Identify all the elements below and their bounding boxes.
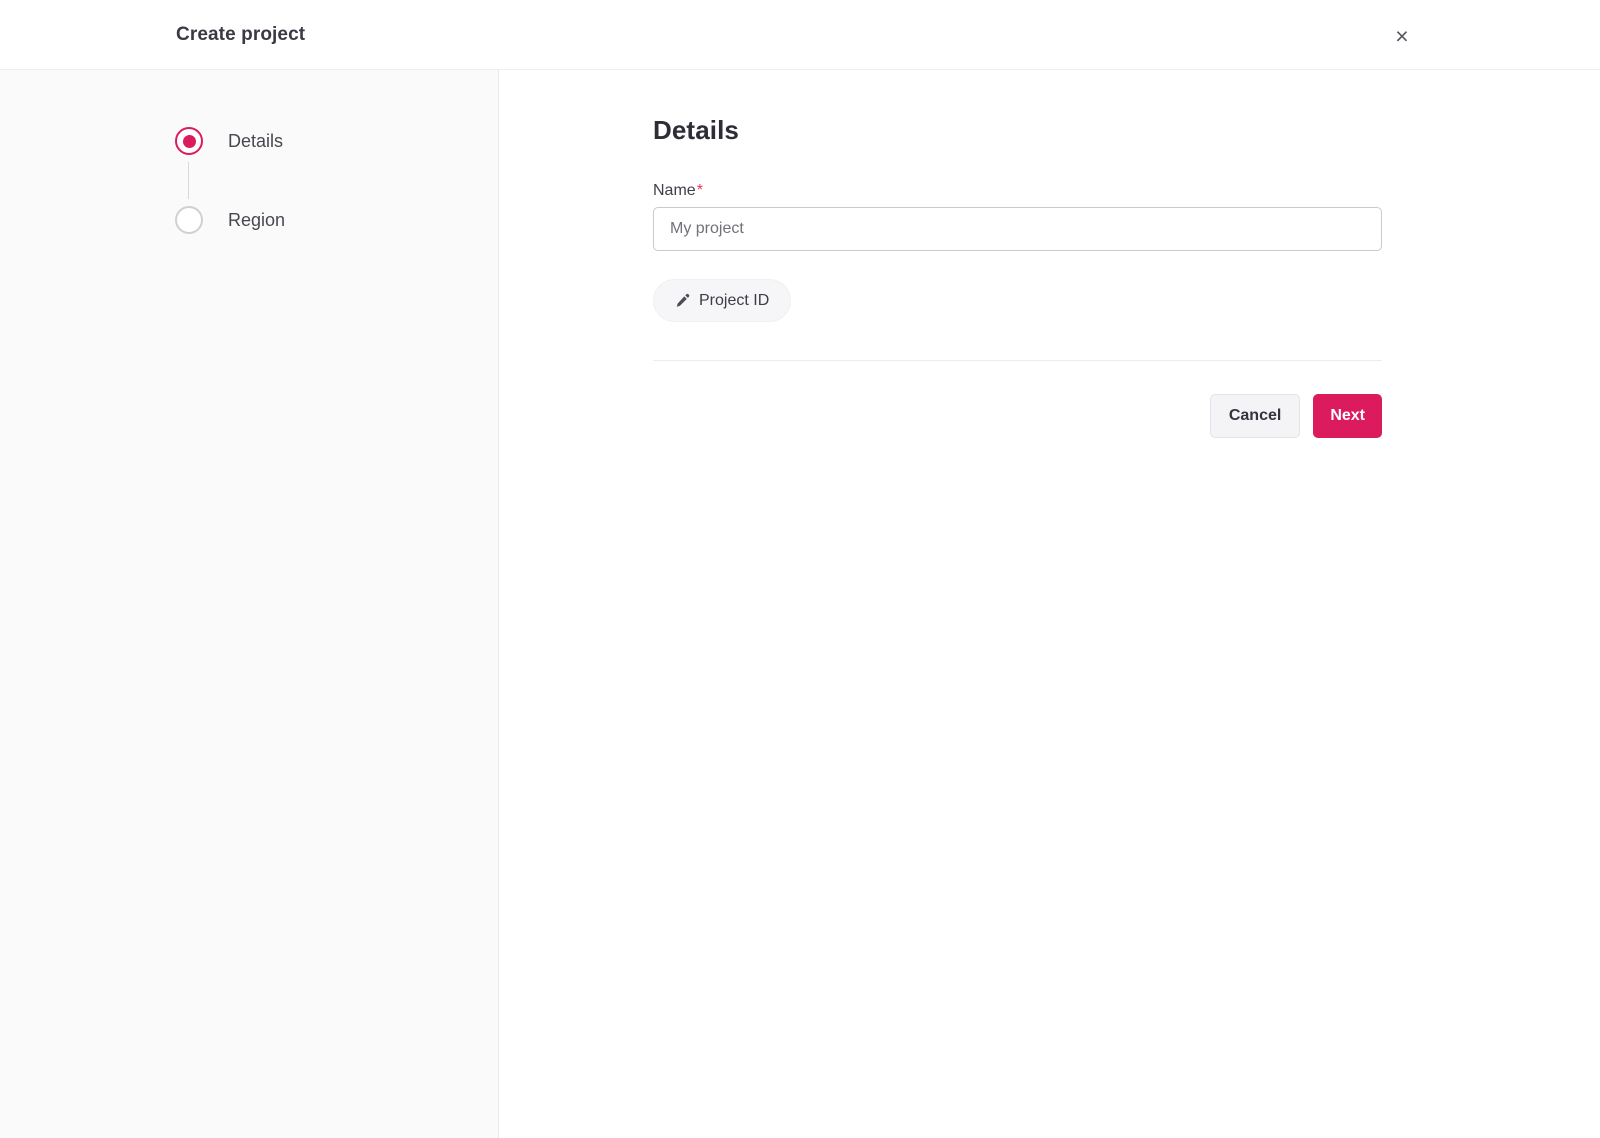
project-id-button-label: Project ID [699,291,770,309]
project-name-input[interactable] [653,207,1382,251]
step-radio-details[interactable] [175,127,203,155]
cancel-button[interactable]: Cancel [1209,394,1301,438]
step-label-region[interactable]: Region [228,206,285,234]
step-connector-line [188,162,189,199]
pencil-icon [676,293,690,307]
section-heading: Details [653,115,739,145]
step-radio-region[interactable] [175,206,203,234]
name-field-label: Name* [653,182,703,199]
next-button[interactable]: Next [1313,394,1382,438]
modal-header: Create project × [0,0,1600,70]
page-title: Create project [176,24,306,45]
required-asterisk: * [696,182,703,199]
stepper-sidebar: Details Region [0,70,499,1138]
footer-actions: Cancel Next [653,394,1382,438]
main-panel: Details Name* Project ID Cancel Next [500,70,1600,1138]
step-label-details[interactable]: Details [228,127,283,155]
footer-divider [653,360,1382,361]
close-icon[interactable]: × [1384,18,1420,54]
project-id-button[interactable]: Project ID [653,279,792,322]
active-step-dot [182,134,196,148]
